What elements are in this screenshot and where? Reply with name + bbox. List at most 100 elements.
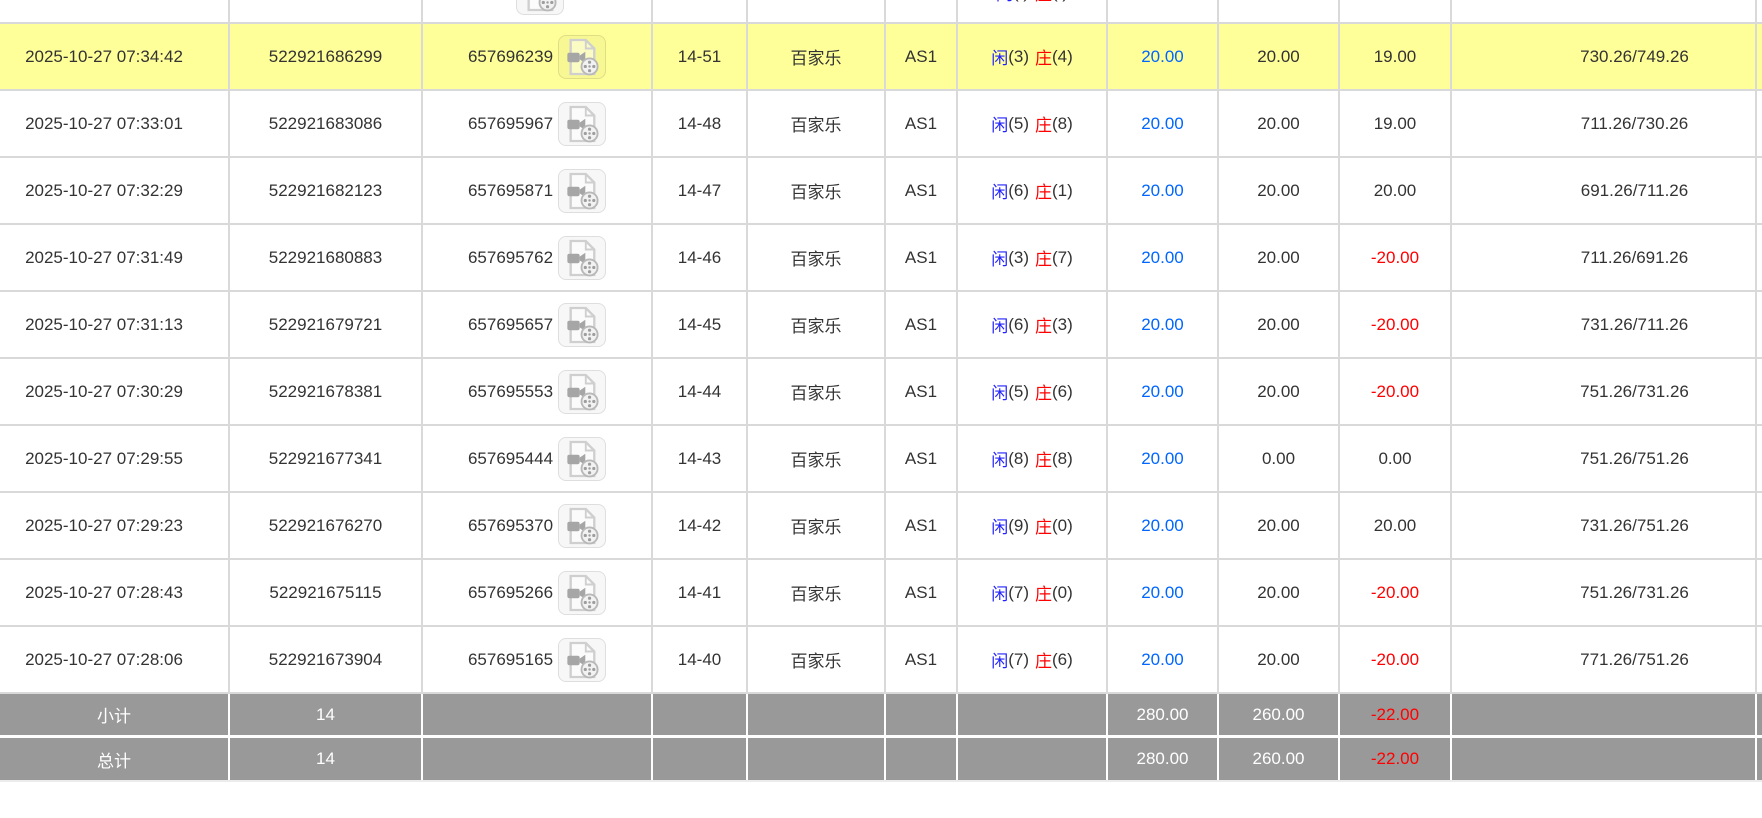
round-number: 14-43 [653,426,748,491]
bet-amount-cell: 20.00 [1108,292,1219,357]
game-type: 百家乐 [748,158,886,223]
empty-cell [423,738,653,780]
bet-amount-link[interactable]: 20.00 [1141,47,1184,67]
banker-count: (0) [1052,583,1073,603]
valid-bet: 20.00 [1219,292,1340,357]
table-name: AS1 [886,359,958,424]
player-count: (3) [1008,248,1029,268]
table-row[interactable]: 2025-10-27 07:33:01 522921683086 6576959… [0,91,1762,158]
empty-cell [886,738,958,780]
bet-amount-link[interactable]: 20.00 [1141,114,1184,134]
banker-count: (7) [1052,248,1073,268]
banker-label: 庄 [1035,44,1052,69]
round-number: 14-46 [653,225,748,290]
banker-count: (6) [1052,382,1073,402]
bet-amount-cell: 20.00 [1108,426,1219,491]
footer-whitespace [0,782,1762,813]
game-result: 闲(5)庄(6) [958,359,1108,424]
bet-time: 2025-10-27 07:28:43 [0,560,230,625]
bet-id: 522921679721 [230,292,423,357]
table-row[interactable]: 2025-10-27 07:28:06 522921673904 6576951… [0,627,1762,694]
game-number-cell: 657695967 [423,91,653,156]
bet-id: 522921686299 [230,24,423,89]
player-label: 闲 [996,0,1013,5]
bet-amount-link[interactable]: 20.00 [1141,583,1184,603]
video-replay-button[interactable] [558,370,606,414]
balance: 771.26/751.26 [1452,627,1757,692]
win-loss: 19.00 [1340,91,1452,156]
game-result: 闲(3)庄(4) [958,24,1108,89]
table-row[interactable]: 2025-10-27 07:31:49 522921680883 6576957… [0,225,1762,292]
video-replay-button[interactable] [558,571,606,615]
table-row[interactable]: 2025-10-27 07:32:29 522921682123 6576958… [0,158,1762,225]
banker-count: (6) [1052,650,1073,670]
video-replay-button[interactable] [558,437,606,481]
video-replay-button[interactable] [558,236,606,280]
video-replay-button[interactable] [558,504,606,548]
total-count: 14 [230,738,423,780]
bet-amount-link[interactable]: 20.00 [1141,181,1184,201]
player-label: 闲 [991,580,1008,605]
valid-bet [1219,0,1340,24]
table-row[interactable]: 2025-10-27 07:28:43 522921675115 6576952… [0,560,1762,627]
video-replay-button[interactable] [558,35,606,79]
bet-amount-link[interactable]: 20.00 [1141,382,1184,402]
video-replay-button[interactable] [558,638,606,682]
bet-amount-cell: 20.00 [1108,493,1219,558]
player-count: (7) [1008,583,1029,603]
valid-bet: 20.00 [1219,225,1340,290]
video-replay-button[interactable] [558,169,606,213]
table-name: AS1 [886,627,958,692]
empty-cell [958,694,1108,735]
game-type: 百家乐 [748,627,886,692]
empty-cell [653,694,748,735]
table-row[interactable]: 2025-10-27 07:29:23 522921676270 6576953… [0,493,1762,560]
table-row[interactable]: 2025-10-27 07:31:13 522921679721 6576956… [0,292,1762,359]
banker-count: (4) [1052,47,1073,67]
player-count: (9) [1008,516,1029,536]
game-number: 657695967 [468,114,553,134]
game-result: 闲(7)庄(6) [958,627,1108,692]
table-row-clipped[interactable]: 闲( )庄( ) [0,0,1762,24]
bet-amount-link[interactable]: 20.00 [1141,449,1184,469]
player-label: 闲 [991,647,1008,672]
bet-amount-link[interactable]: 20.00 [1141,315,1184,335]
bet-time: 2025-10-27 07:31:13 [0,292,230,357]
game-number: 657695657 [468,315,553,335]
video-replay-button[interactable] [558,102,606,146]
win-loss [1340,0,1452,24]
player-count: ( ) [1013,0,1029,3]
bet-amount-cell [1108,0,1219,24]
bet-time: 2025-10-27 07:34:42 [0,24,230,89]
game-type: 百家乐 [748,225,886,290]
bet-amount-link[interactable]: 20.00 [1141,248,1184,268]
valid-bet: 20.00 [1219,560,1340,625]
total-bet: 280.00 [1108,738,1219,780]
table-row[interactable]: 2025-10-27 07:30:29 522921678381 6576955… [0,359,1762,426]
game-number-cell [423,0,653,24]
round-number: 14-42 [653,493,748,558]
empty-cell [653,738,748,780]
balance: 731.26/751.26 [1452,493,1757,558]
balance: 731.26/711.26 [1452,292,1757,357]
win-loss: -20.00 [1340,359,1452,424]
video-replay-button[interactable] [516,0,564,15]
banker-label: 庄 [1035,513,1052,538]
banker-count: (0) [1052,516,1073,536]
banker-count: (8) [1052,114,1073,134]
round-number: 14-51 [653,24,748,89]
table-row[interactable]: 2025-10-27 07:29:55 522921677341 6576954… [0,426,1762,493]
game-number-cell: 657695165 [423,627,653,692]
game-result: 闲(5)庄(8) [958,91,1108,156]
valid-bet: 20.00 [1219,24,1340,89]
video-replay-button[interactable] [558,303,606,347]
table-row[interactable]: 2025-10-27 07:34:42 522921686299 6576962… [0,24,1762,91]
video-replay-icon [565,373,599,411]
game-number-cell: 657695266 [423,560,653,625]
total-row: 总计 14 280.00 260.00 -22.00 [0,738,1762,782]
bet-amount-link[interactable]: 20.00 [1141,516,1184,536]
win-loss: -20.00 [1340,627,1452,692]
subtotal-label: 小计 [0,694,230,735]
bet-amount-link[interactable]: 20.00 [1141,650,1184,670]
game-number: 657695266 [468,583,553,603]
